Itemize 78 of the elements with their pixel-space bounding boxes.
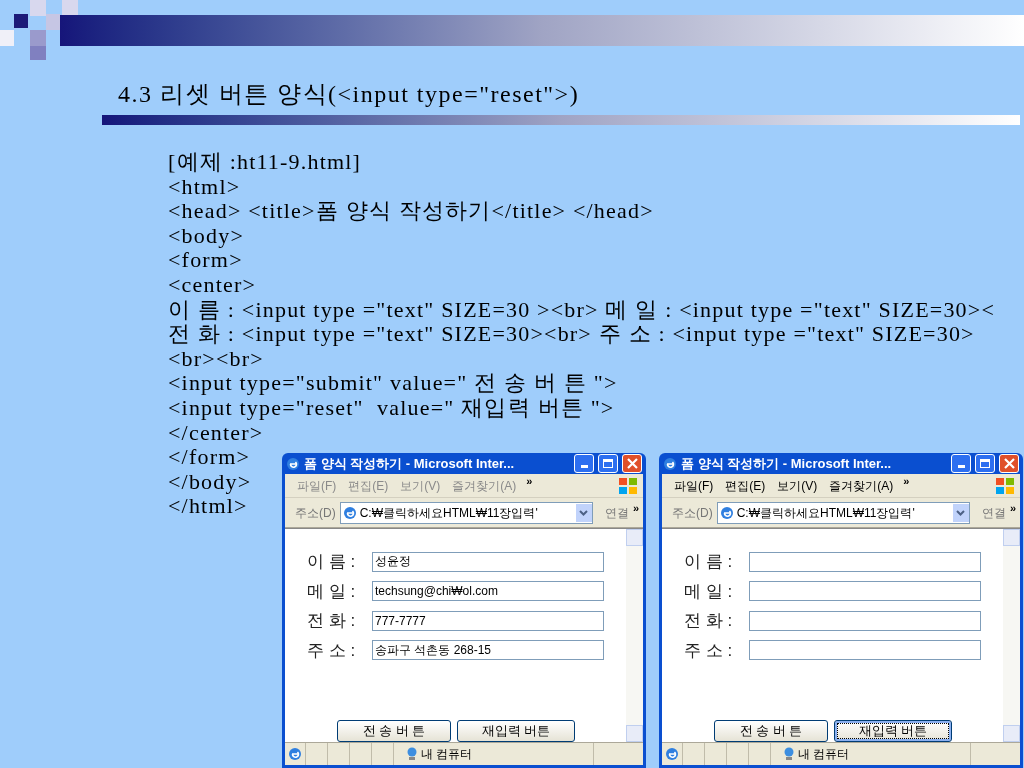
code-line: <center> bbox=[168, 272, 257, 298]
links-label[interactable]: 연결 bbox=[604, 503, 629, 522]
page-icon bbox=[719, 505, 734, 520]
text-field[interactable]: 777-7777 bbox=[372, 610, 604, 631]
form-button[interactable]: 전 송 버 튼 bbox=[337, 720, 451, 742]
code-line: <head> <title>폼 양식 작성하기</title> </head> bbox=[168, 199, 654, 224]
field-label: 이 름 : bbox=[307, 551, 357, 573]
minimize-button[interactable] bbox=[574, 454, 594, 473]
text-field[interactable]: 송파구 석촌동 268-15 bbox=[372, 640, 604, 661]
code-line: <html> bbox=[168, 174, 241, 200]
field-label: 이 름 : bbox=[684, 551, 734, 573]
links-overflow[interactable]: » bbox=[1009, 500, 1016, 517]
computer-icon bbox=[406, 747, 418, 761]
form-button[interactable]: 재입력 버튼 bbox=[834, 720, 952, 742]
code-line: <form> bbox=[168, 248, 243, 273]
field-label: 전 화 : bbox=[684, 610, 734, 632]
browser-icon bbox=[665, 747, 679, 761]
maximize-button[interactable] bbox=[598, 454, 618, 473]
links-label[interactable]: 연결 bbox=[981, 503, 1006, 522]
windows-flag-icon bbox=[617, 476, 639, 495]
text-field[interactable] bbox=[749, 640, 981, 661]
page-icon bbox=[663, 456, 677, 471]
browser-icon bbox=[288, 747, 302, 761]
scrollbar[interactable] bbox=[1003, 529, 1020, 742]
maximize-button[interactable] bbox=[975, 454, 995, 473]
close-icon bbox=[626, 458, 638, 469]
field-label: 메 일 : bbox=[684, 580, 734, 603]
text-field[interactable] bbox=[749, 581, 981, 602]
field-label: 메 일 : bbox=[307, 580, 357, 603]
field-label: 전 화 : bbox=[307, 610, 357, 632]
close-button[interactable] bbox=[999, 454, 1019, 473]
caret-icon bbox=[579, 509, 589, 516]
close-icon bbox=[1003, 458, 1015, 469]
address-field[interactable]: C:₩클릭하세요HTML₩11장입력' bbox=[339, 501, 593, 524]
window-title: 폼 양식 작성하기 - Microsoft Inter... bbox=[681, 454, 893, 473]
text-field[interactable]: techsung@chi₩ol.com bbox=[372, 581, 604, 602]
menu-overflow[interactable]: » bbox=[903, 473, 910, 490]
status-text: 내 컴퓨터 bbox=[798, 746, 850, 763]
text-field[interactable] bbox=[749, 551, 981, 572]
menu-item[interactable]: 즐겨찾기(A) bbox=[829, 476, 894, 495]
dropdown-button[interactable] bbox=[952, 503, 969, 522]
scrollbar[interactable] bbox=[626, 529, 643, 742]
slide-title: 4.3 리셋 버튼 양식(<input type="reset">) bbox=[118, 80, 580, 109]
code-line: 이 름 : <input type ="text" SIZE=30 ><br> 메 일 : <input type ="text" SIZE=30>< bbox=[168, 297, 995, 323]
code-line: </html> bbox=[168, 494, 248, 519]
status-text: 내 컴퓨터 bbox=[421, 746, 473, 763]
menu-overflow[interactable]: » bbox=[526, 473, 533, 490]
menu-item[interactable]: 편집(E) bbox=[725, 476, 766, 495]
code-line: [예제 :ht11-9.html] bbox=[168, 150, 362, 175]
code-line: </center> bbox=[168, 420, 264, 446]
minimize-button[interactable] bbox=[951, 454, 971, 473]
form-button[interactable]: 재입력 버튼 bbox=[457, 720, 575, 742]
code-line: <body> bbox=[168, 223, 244, 249]
caret-icon bbox=[956, 509, 966, 516]
page-icon bbox=[342, 505, 357, 520]
close-button[interactable] bbox=[622, 454, 642, 473]
field-label: 주 소 : bbox=[684, 639, 734, 662]
links-overflow[interactable]: » bbox=[632, 500, 639, 517]
menu-item[interactable]: 파일(F) bbox=[674, 476, 714, 495]
code-line: <br><br> bbox=[168, 346, 264, 372]
computer-icon bbox=[783, 747, 795, 761]
form-button[interactable]: 전 송 버 튼 bbox=[714, 720, 828, 742]
text-field[interactable]: 성윤정 bbox=[372, 551, 604, 572]
dropdown-button[interactable] bbox=[575, 503, 592, 522]
menu-item[interactable]: 보기(V) bbox=[777, 476, 818, 495]
code-line: 전 화 : <input type ="text" SIZE=30><br> 주 소 : <input type ="text" SIZE=30> bbox=[168, 322, 975, 347]
windows-flag-icon bbox=[994, 476, 1016, 495]
code-line: </form> bbox=[168, 445, 251, 470]
page-icon bbox=[286, 456, 300, 471]
address-label: 주소(D) bbox=[672, 504, 713, 522]
field-label: 주 소 : bbox=[307, 639, 357, 662]
code-line: <input type="submit" value=" 전 송 버 튼 "> bbox=[168, 371, 618, 396]
code-line: </body> bbox=[168, 469, 252, 495]
address-field[interactable]: C:₩클릭하세요HTML₩11장입력' bbox=[716, 501, 970, 524]
text-field[interactable] bbox=[749, 610, 981, 631]
window-title: 폼 양식 작성하기 - Microsoft Inter... bbox=[304, 454, 516, 473]
code-line: <input type="reset" value=" 재입력 버튼 "> bbox=[168, 395, 615, 421]
address-label: 주소(D) bbox=[295, 504, 336, 522]
